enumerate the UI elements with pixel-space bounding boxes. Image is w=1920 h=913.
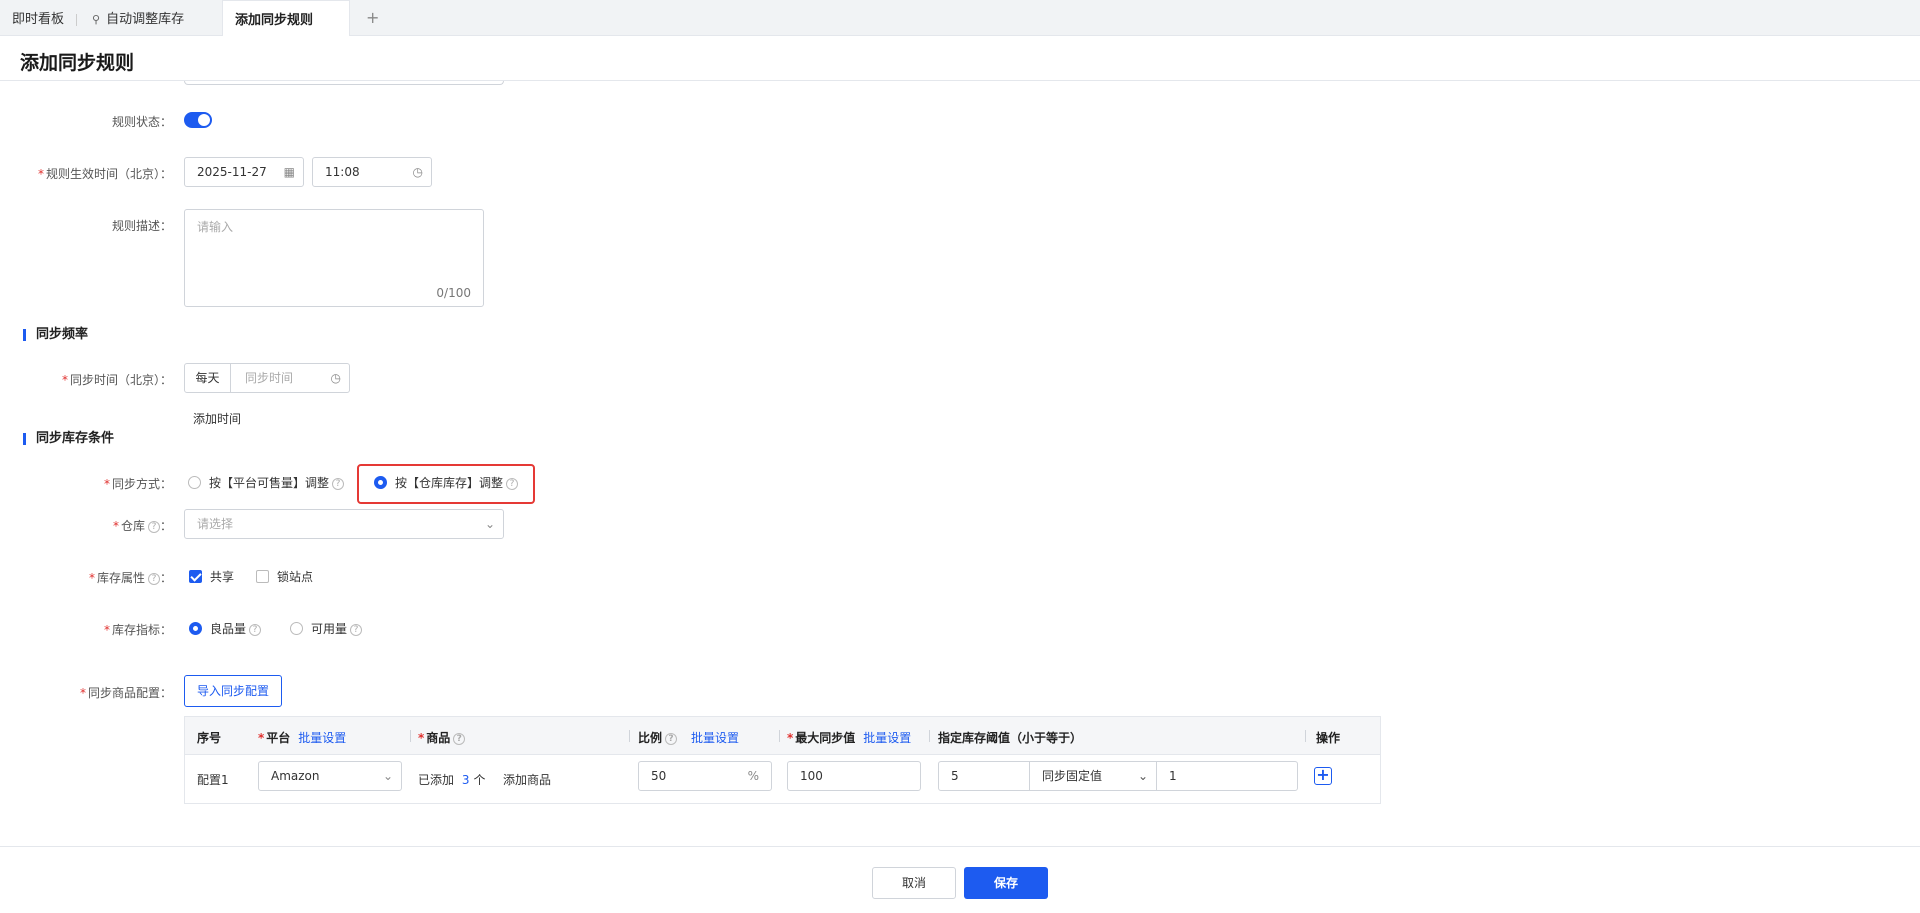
calendar-icon: ▦ xyxy=(283,165,295,179)
form-content: 规则状态： * 规则生效时间（北京）： 2025-11-27 ▦ 11:08 ◷ 规则… xyxy=(0,81,1910,846)
max-sync-input[interactable]: 100 xyxy=(787,761,921,791)
col-divider xyxy=(410,730,411,742)
chevron-down-icon: ⌄ xyxy=(382,769,393,783)
page-title: 添加同步规则 xyxy=(20,52,135,74)
platform-batch-link[interactable]: 批量设置 xyxy=(298,731,346,745)
effective-time-label: * 规则生效时间（北京）： xyxy=(37,167,172,181)
add-row-icon[interactable]: + xyxy=(1314,767,1332,785)
radio-off-icon xyxy=(290,622,303,635)
col-index: 序号 xyxy=(197,731,222,745)
help-icon: ? xyxy=(453,733,466,745)
col-max-sync: * 最大同步值 批量设置 xyxy=(787,731,912,745)
import-config-button[interactable]: 导入同步配置 xyxy=(184,675,282,707)
help-icon: ? xyxy=(147,573,160,585)
col-divider xyxy=(929,730,930,742)
ratio-batch-link[interactable]: 批量设置 xyxy=(691,731,739,745)
clock-icon: ◷ xyxy=(412,165,423,179)
added-products-text: 已添加 3个 xyxy=(418,773,486,787)
clock-icon: ◷ xyxy=(330,371,341,385)
product-config-label: * 同步商品配置： xyxy=(79,686,172,700)
chevron-down-icon: ⌄ xyxy=(1137,769,1148,783)
tab-bar: 即时看板 ⚲ 自动调整库存 添加同步规则 + xyxy=(0,0,1920,36)
max-sync-batch-link[interactable]: 批量设置 xyxy=(863,731,911,745)
save-button[interactable]: 保存 xyxy=(964,867,1048,899)
checkbox-empty-icon xyxy=(256,570,269,583)
radio-on-icon xyxy=(374,476,387,489)
page-header: 添加同步规则 xyxy=(0,36,1920,81)
frequency-select[interactable]: 每天 xyxy=(185,364,231,392)
col-divider xyxy=(629,730,630,742)
chevron-down-icon: ⌄ xyxy=(484,517,495,531)
col-divider xyxy=(1305,730,1306,742)
help-icon: ? xyxy=(350,624,363,636)
description-counter: 0/100 xyxy=(436,286,471,300)
footer-bar: 取消 保存 xyxy=(0,846,1920,913)
sync-method-label: * 同步方式： xyxy=(103,477,172,491)
top-field-edge xyxy=(184,81,504,85)
tab-auto-adjust-stock[interactable]: ⚲ 自动调整库存 xyxy=(80,0,196,36)
stock-attr-label: * 库存属性?： xyxy=(88,571,172,585)
description-placeholder: 请输入 xyxy=(197,220,234,234)
tab-add-sync-rule[interactable]: 添加同步规则 xyxy=(222,0,350,36)
help-icon: ? xyxy=(506,478,519,490)
help-icon: ? xyxy=(147,521,160,533)
effective-date-picker[interactable]: 2025-11-27 ▦ xyxy=(184,157,304,187)
col-ratio: 比例? 批量设置 xyxy=(638,731,740,745)
added-count-link[interactable]: 3 xyxy=(462,773,470,787)
method-warehouse-stock-radio[interactable]: 按【仓库库存】调整? xyxy=(374,474,519,491)
attr-shared-checkbox[interactable]: 共享 xyxy=(189,568,234,585)
row-index: 配置1 xyxy=(197,773,229,787)
attr-locked-checkbox[interactable]: 锁站点 xyxy=(256,568,313,585)
col-platform: * 平台 批量设置 xyxy=(258,731,347,745)
section-sync-frequency: 同步频率 xyxy=(23,328,88,341)
cancel-button[interactable]: 取消 xyxy=(872,867,956,899)
description-textarea[interactable]: 请输入 0/100 xyxy=(184,209,484,307)
threshold-mode-select[interactable]: 同步固定值 ⌄ xyxy=(1029,762,1157,790)
sync-time-label: * 同步时间（北京）： xyxy=(61,373,172,387)
radio-off-icon xyxy=(188,476,201,489)
help-icon: ? xyxy=(249,624,262,636)
stock-indicator-label: * 库存指标： xyxy=(103,623,172,637)
radio-on-icon xyxy=(189,622,202,635)
warehouse-label: * 仓库?： xyxy=(112,519,172,533)
col-ops: 操作 xyxy=(1316,731,1341,745)
help-icon: ? xyxy=(332,478,345,490)
platform-select[interactable]: Amazon ⌄ xyxy=(258,761,402,791)
section-sync-conditions: 同步库存条件 xyxy=(23,432,114,445)
warehouse-select[interactable]: 请选择 ⌄ xyxy=(184,509,504,539)
help-icon: ? xyxy=(665,733,678,745)
rule-status-toggle[interactable] xyxy=(184,112,212,128)
fixed-value-input[interactable]: 1 xyxy=(1169,762,1177,790)
col-divider xyxy=(779,730,780,742)
rule-status-label: 规则状态： xyxy=(111,115,172,129)
add-time-link[interactable]: 添加时间 xyxy=(193,410,241,427)
product-config-table: 序号 * 平台 批量设置 * 商品? 比例? 批量设置 * 最大同步值 批量设置 指定库存阈… xyxy=(184,716,1381,804)
sync-time-group: 每天 同步时间 ◷ xyxy=(184,363,350,393)
add-tab-icon[interactable]: + xyxy=(366,8,379,27)
indicator-available-radio[interactable]: 可用量? xyxy=(290,620,363,637)
indicator-good-radio[interactable]: 良品量? xyxy=(189,620,262,637)
threshold-group: 5 同步固定值 ⌄ 1 xyxy=(938,761,1298,791)
table-header: 序号 * 平台 批量设置 * 商品? 比例? 批量设置 * 最大同步值 批量设置 指定库存阈… xyxy=(185,717,1380,755)
pin-icon: ⚲ xyxy=(92,13,101,26)
percent-unit: % xyxy=(747,769,759,783)
method-platform-sellable-radio[interactable]: 按【平台可售量】调整? xyxy=(188,474,345,491)
ratio-input[interactable]: 50% xyxy=(638,761,772,791)
col-product: * 商品? xyxy=(418,729,466,746)
effective-time-picker[interactable]: 11:08 ◷ xyxy=(312,157,432,187)
threshold-input[interactable]: 5 xyxy=(951,762,959,790)
sync-time-input[interactable]: 同步时间 xyxy=(245,364,293,392)
add-product-link[interactable]: 添加商品 xyxy=(503,771,551,788)
checkbox-checked-icon xyxy=(189,570,202,583)
tab-dashboard[interactable]: 即时看板 xyxy=(0,0,76,36)
col-threshold: 指定库存阈值（小于等于） xyxy=(938,731,1083,745)
tab-divider xyxy=(76,14,77,26)
description-label: 规则描述： xyxy=(111,219,172,233)
